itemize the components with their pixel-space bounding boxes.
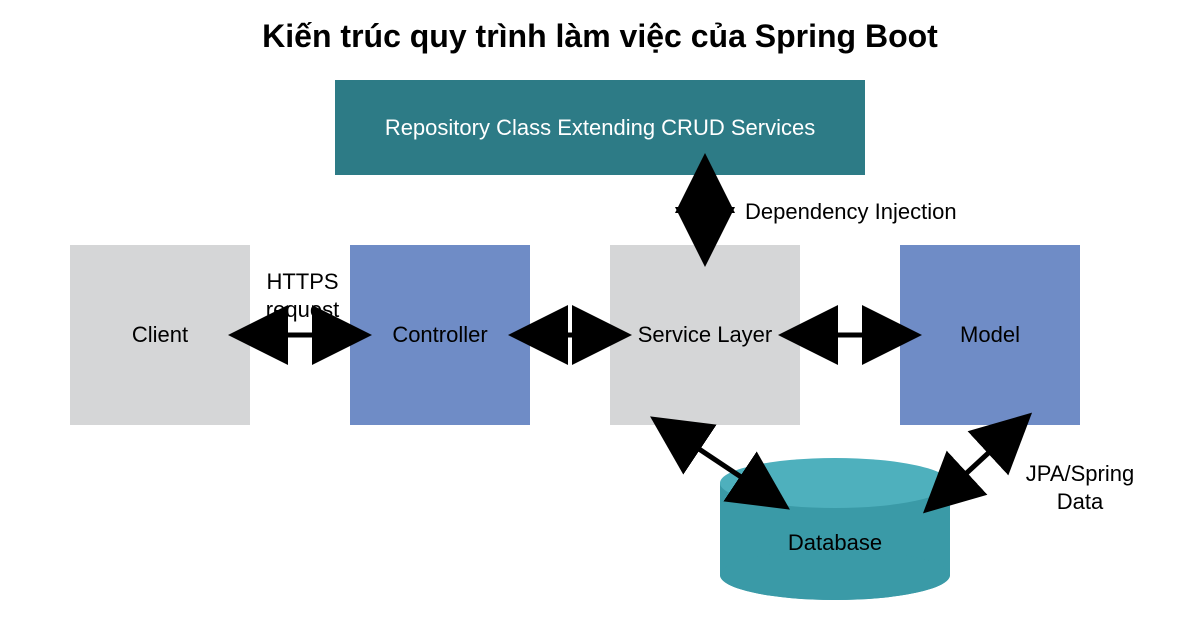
- arrow-controller-service: [530, 320, 610, 350]
- service-layer-box: Service Layer: [610, 245, 800, 425]
- dependency-injection-annotation: Dependency Injection: [745, 198, 1005, 226]
- controller-box: Controller: [350, 245, 530, 425]
- arrow-service-database: [660, 425, 780, 505]
- repository-label: Repository Class Extending CRUD Services: [385, 115, 815, 141]
- jpa-spring-data-annotation: JPA/Spring Data: [1010, 460, 1150, 515]
- arrow-client-controller: [250, 320, 350, 350]
- repository-box: Repository Class Extending CRUD Services: [335, 80, 865, 175]
- service-layer-label: Service Layer: [638, 322, 773, 348]
- diagram-title: Kiến trúc quy trình làm việc của Spring …: [0, 18, 1200, 55]
- model-box: Model: [900, 245, 1080, 425]
- model-label: Model: [960, 322, 1020, 348]
- client-label: Client: [132, 322, 188, 348]
- client-box: Client: [70, 245, 250, 425]
- arrow-service-model: [800, 320, 900, 350]
- arrow-repo-service: [690, 175, 720, 245]
- https-request-annotation: HTTPS request: [255, 268, 350, 323]
- database-label: Database: [710, 530, 960, 556]
- arrow-model-database: [930, 425, 1030, 505]
- controller-label: Controller: [392, 322, 487, 348]
